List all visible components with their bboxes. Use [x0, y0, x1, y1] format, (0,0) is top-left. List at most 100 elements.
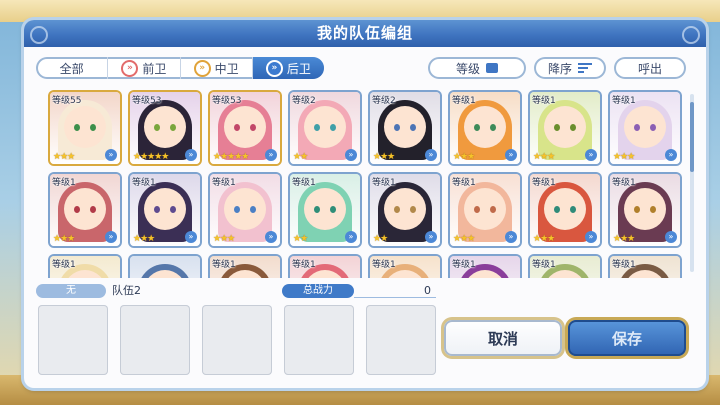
character-portrait [464, 106, 506, 148]
character-portrait [304, 106, 346, 148]
character-card[interactable]: 等级53 ★★★★★ » [210, 92, 280, 164]
team-tag: 无 [36, 284, 106, 298]
character-card[interactable]: 等级2 ★★ » [290, 92, 360, 164]
character-card[interactable]: 等级1 ★★ » [290, 174, 360, 246]
character-level: 等级53 [132, 96, 162, 106]
character-eye [74, 124, 80, 131]
position-chevron-icon: » [345, 231, 357, 243]
star-rating: ★★★ [453, 152, 475, 162]
position-chevron-icon: » [265, 149, 277, 161]
character-eye [170, 124, 176, 131]
star-rating: ★★★★★ [213, 152, 249, 162]
tab-back[interactable]: » 后卫 [252, 57, 324, 79]
gold-chevron-icon: » [193, 59, 211, 77]
position-chevron-icon: » [105, 149, 117, 161]
character-card[interactable]: 等级1 [610, 256, 680, 278]
character-portrait [144, 188, 186, 230]
character-level: 等级1 [212, 260, 236, 270]
character-card[interactable] [130, 256, 200, 278]
character-eye [74, 206, 80, 213]
star-rating: ★★ [293, 234, 308, 244]
cancel-button[interactable]: 取消 [444, 320, 562, 356]
character-card[interactable]: 等级1 [210, 256, 280, 278]
character-card[interactable]: 等级1 [50, 256, 120, 278]
character-portrait [384, 188, 426, 230]
position-chevron-icon: » [585, 231, 597, 243]
team-slot-3[interactable] [202, 305, 272, 375]
character-card[interactable]: 等级1 [370, 256, 440, 278]
team-slot-5[interactable] [366, 305, 436, 375]
call-button[interactable]: 呼出 [614, 57, 686, 79]
star-rating: ★★★ [53, 152, 75, 162]
team-slot-2[interactable] [120, 305, 190, 375]
team-name[interactable]: 队伍2 [112, 284, 141, 298]
character-portrait [624, 188, 666, 230]
character-portrait [544, 106, 586, 148]
position-chevron-icon: » [105, 231, 117, 243]
save-label: 保存 [611, 329, 642, 348]
character-level: 等级2 [292, 96, 316, 106]
save-button[interactable]: 保存 [568, 320, 686, 356]
character-level: 等级55 [52, 96, 82, 106]
character-card[interactable]: 等级1 ★★★ » [610, 174, 680, 246]
character-card[interactable]: 等级1 ★★★ » [530, 92, 600, 164]
star-rating: ★★★ [533, 152, 555, 162]
character-card[interactable]: 等级55 ★★★ » [50, 92, 120, 164]
character-eye [330, 124, 336, 131]
sort-order-button[interactable]: 降序 [534, 57, 606, 79]
character-eye [570, 206, 576, 213]
character-card[interactable]: 等级1 ★★★ » [210, 174, 280, 246]
character-eye [394, 206, 400, 213]
tab-front[interactable]: » 前卫 [108, 57, 181, 79]
character-card[interactable]: 等级1 [290, 256, 360, 278]
character-card[interactable]: 等级2 ★★★ » [370, 92, 440, 164]
star-rating: ★★★ [133, 234, 155, 244]
star-rating: ★★ [373, 234, 388, 244]
sort-order-label: 降序 [547, 61, 572, 76]
tab-all[interactable]: 全部 [36, 57, 109, 79]
star-rating: ★★★ [453, 234, 475, 244]
character-card[interactable]: 等级1 ★★★ » [610, 92, 680, 164]
character-card[interactable]: 等级1 ★★★ » [50, 174, 120, 246]
character-eye [234, 124, 240, 131]
character-level: 等级1 [612, 178, 636, 188]
character-card[interactable]: 等级1 ★★★ » [450, 174, 520, 246]
character-eye [570, 124, 576, 131]
star-rating: ★★★ [373, 152, 395, 162]
character-card[interactable]: 等级1 ★★★ » [530, 174, 600, 246]
character-eye [314, 206, 320, 213]
position-filter-tabs: 全部 » 前卫 » 中卫 » 后卫 [36, 57, 324, 79]
character-level: 等级1 [372, 178, 396, 188]
character-portrait [384, 106, 426, 148]
position-chevron-icon: » [505, 231, 517, 243]
character-portrait [464, 188, 506, 230]
character-card[interactable]: 等级53 ★★★★★ » [130, 92, 200, 164]
character-card[interactable]: 等级1 ★★★ » [130, 174, 200, 246]
character-level: 等级1 [292, 260, 316, 270]
team-slot-1[interactable] [38, 305, 108, 375]
character-eye [650, 124, 656, 131]
character-card[interactable]: 等级1 [530, 256, 600, 278]
character-eye [154, 206, 160, 213]
position-chevron-icon: » [665, 149, 677, 161]
position-chevron-icon: » [185, 149, 197, 161]
character-level: 等级1 [372, 260, 396, 270]
total-power-label: 总战力 [282, 284, 354, 298]
position-chevron-icon: » [265, 231, 277, 243]
tab-middle[interactable]: » 中卫 [181, 57, 253, 79]
scrollbar-thumb[interactable] [690, 102, 694, 172]
team-formation-dialog: 我的队伍编组 全部 » 前卫 » 中卫 » 后卫 等级 降序 呼出 等级55 ★★… [24, 20, 706, 388]
grid-scrollbar[interactable] [690, 94, 694, 272]
position-chevron-icon: » [345, 149, 357, 161]
star-rating: ★★★ [533, 234, 555, 244]
character-eye [410, 206, 416, 213]
call-label: 呼出 [637, 61, 662, 76]
total-power-value: 0 [424, 284, 431, 297]
character-card[interactable]: 等级1 ★★★ » [450, 92, 520, 164]
team-slot-4[interactable] [284, 305, 354, 375]
star-rating: ★★★★★ [133, 152, 169, 162]
character-card[interactable]: 等级1 [450, 256, 520, 278]
character-eye [474, 206, 480, 213]
character-card[interactable]: 等级1 ★★ » [370, 174, 440, 246]
level-sort-button[interactable]: 等级 [428, 57, 526, 79]
